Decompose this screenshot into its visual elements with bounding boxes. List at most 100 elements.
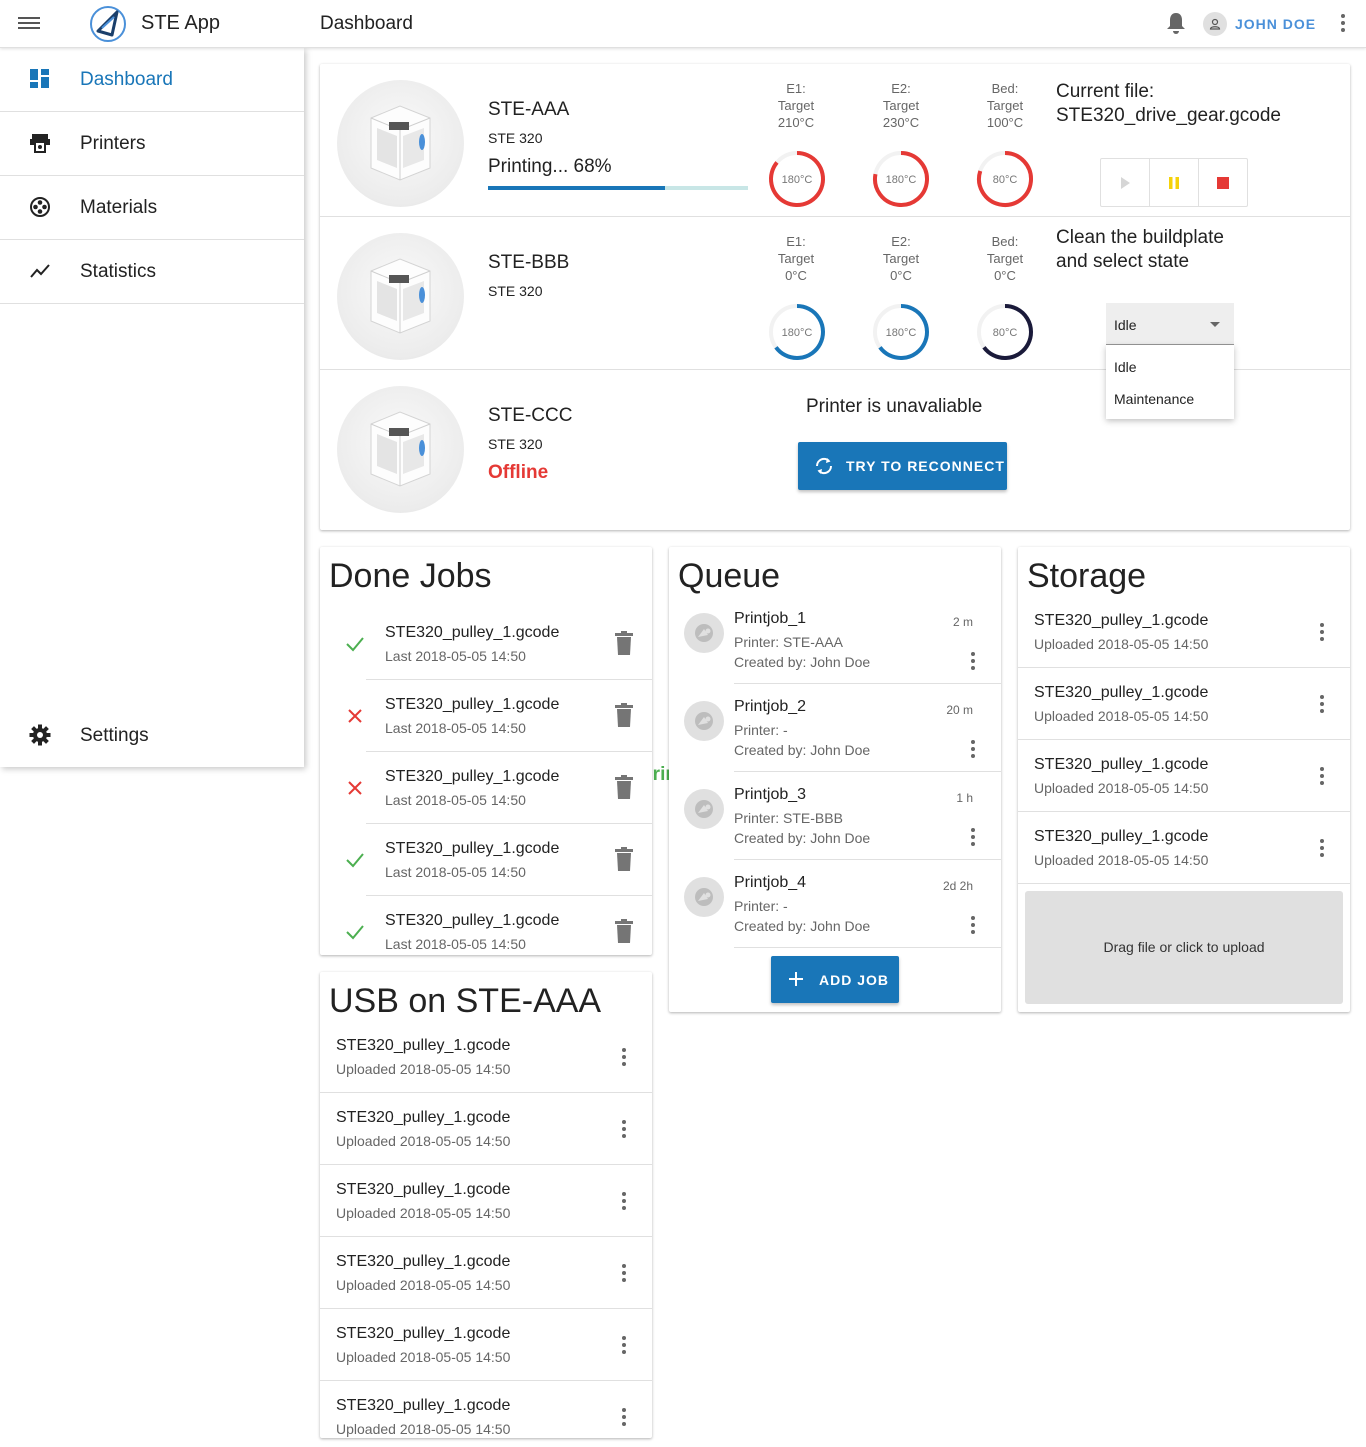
user-avatar-icon <box>1203 12 1227 36</box>
job-success-status <box>345 634 365 654</box>
more-options-icon[interactable] <box>618 1408 630 1428</box>
more-options-icon[interactable] <box>969 740 977 761</box>
job-eta: 2 m <box>952 615 973 629</box>
printer-image[interactable] <box>337 80 464 207</box>
stop-button[interactable] <box>1199 159 1247 206</box>
delete-job-button[interactable] <box>612 702 636 728</box>
printer-name: STE-AAA <box>488 99 570 120</box>
more-options-icon[interactable] <box>1316 695 1328 715</box>
file-timestamp: Uploaded 2018-05-05 14:50 <box>336 1061 511 1077</box>
file-upload-dropzone[interactable]: Drag file or click to upload <box>1025 891 1343 1004</box>
printer-image[interactable] <box>337 233 464 360</box>
sidebar-item-dashboard[interactable]: Dashboard <box>0 48 304 112</box>
reconnect-label: TRY TO RECONNECT <box>846 458 1005 474</box>
sidebar-item-label: Printers <box>80 133 146 154</box>
done-jobs-card: Done Jobs STE320_pulley_1.gcode Last 2018… <box>320 547 652 955</box>
reconnect-button[interactable]: TRY TO RECONNECT <box>798 442 1007 490</box>
file-row[interactable]: STE320_pulley_1.gcode Uploaded 2018-05-05… <box>1018 668 1350 740</box>
file-row[interactable]: STE320_pulley_1.gcode Uploaded 2018-05-05… <box>320 1381 652 1447</box>
job-name: Printjob_4 <box>734 874 807 891</box>
file-row[interactable]: STE320_pulley_1.gcode Uploaded 2018-05-05… <box>320 1165 652 1237</box>
job-timestamp: Last 2018-05-05 14:50 <box>385 720 526 736</box>
file-row[interactable]: STE320_pulley_1.gcode Uploaded 2018-05-05… <box>320 1093 652 1165</box>
delete-job-button[interactable] <box>612 774 636 800</box>
play-icon <box>1121 176 1130 189</box>
chart-line-icon <box>30 264 50 278</box>
more-options-icon[interactable] <box>1336 14 1350 36</box>
queue-job-row[interactable]: Printjob_2 Printer: - Created by: John Doe… <box>669 684 1001 772</box>
add-job-button[interactable]: ADD JOB <box>771 956 899 1003</box>
pause-button[interactable] <box>1150 159 1199 206</box>
more-options-icon[interactable] <box>969 916 977 937</box>
queue-job-row[interactable]: Printjob_1 Printer: STE-AAA Created by: Jo… <box>669 596 1001 684</box>
job-file-name: STE320_pulley_1.gcode <box>385 840 560 857</box>
job-success-status <box>345 850 365 870</box>
file-row[interactable]: STE320_pulley_1.gcode Uploaded 2018-05-05… <box>1018 596 1350 668</box>
queue-job-row[interactable]: Printjob_4 Printer: - Created by: John Doe… <box>669 860 1001 948</box>
job-printer: Printer: - <box>734 722 788 738</box>
check-icon <box>346 853 364 868</box>
printer-row: STE-BBB STE 320 Printing Done! E1:Target… <box>320 217 1350 785</box>
file-row[interactable]: STE320_pulley_1.gcode Uploaded 2018-05-05… <box>1018 740 1350 812</box>
job-eta: 2d 2h <box>942 879 973 893</box>
job-printer: Printer: - <box>734 898 788 914</box>
app-bar: STE App Dashboard JOHN DOE <box>0 0 1366 48</box>
sidebar-item-settings[interactable]: Settings <box>0 704 304 768</box>
more-options-icon[interactable] <box>1316 623 1328 643</box>
state-option-idle[interactable]: Idle <box>1106 351 1234 383</box>
trash-icon <box>615 847 633 871</box>
sidebar-item-statistics[interactable]: Statistics <box>0 240 304 304</box>
trash-icon <box>615 631 633 655</box>
more-options-icon[interactable] <box>1316 767 1328 787</box>
file-row[interactable]: STE320_pulley_1.gcode Uploaded 2018-05-05… <box>320 1021 652 1093</box>
delete-job-button[interactable] <box>612 918 636 944</box>
more-options-icon[interactable] <box>618 1264 630 1284</box>
printer-model: STE 320 <box>488 436 543 452</box>
file-timestamp: Uploaded 2018-05-05 14:50 <box>336 1349 511 1365</box>
svg-text:80°C: 80°C <box>993 174 1018 186</box>
file-timestamp: Uploaded 2018-05-05 14:50 <box>1034 708 1209 724</box>
check-icon <box>346 637 364 652</box>
queue-title: Queue <box>678 557 781 595</box>
more-options-icon[interactable] <box>618 1048 630 1068</box>
job-printer: Printer: STE-AAA <box>734 634 843 650</box>
trash-icon <box>615 703 633 727</box>
menu-icon[interactable] <box>18 14 40 34</box>
printer-image[interactable] <box>337 386 464 513</box>
more-options-icon[interactable] <box>618 1192 630 1212</box>
user-menu[interactable]: JOHN DOE <box>1203 12 1316 36</box>
printjob-avatar <box>684 789 724 829</box>
play-button[interactable] <box>1101 159 1150 206</box>
file-row[interactable]: STE320_pulley_1.gcode Uploaded 2018-05-05… <box>1018 812 1350 884</box>
state-select-value: Idle <box>1114 317 1137 333</box>
user-name: JOHN DOE <box>1235 16 1317 32</box>
file-name: STE320_pulley_1.gcode <box>336 1397 511 1414</box>
more-options-icon[interactable] <box>618 1120 630 1140</box>
job-success-status <box>345 922 365 942</box>
more-options-icon[interactable] <box>618 1336 630 1356</box>
printjob-avatar <box>684 613 724 653</box>
close-icon <box>348 709 362 723</box>
file-timestamp: Uploaded 2018-05-05 14:50 <box>336 1205 511 1221</box>
printer-status: Offline <box>488 462 549 483</box>
file-row[interactable]: STE320_pulley_1.gcode Uploaded 2018-05-05… <box>320 1309 652 1381</box>
queue-job-row[interactable]: Printjob_3 Printer: STE-BBB Created by: Jo… <box>669 772 1001 860</box>
app-logo <box>90 6 126 42</box>
job-timestamp: Last 2018-05-05 14:50 <box>385 648 526 664</box>
delete-job-button[interactable] <box>612 846 636 872</box>
state-option-maintenance[interactable]: Maintenance <box>1106 383 1234 415</box>
more-options-icon[interactable] <box>1316 839 1328 859</box>
notifications-bell-icon[interactable] <box>1165 11 1187 35</box>
usb-title: USB on STE-AAA <box>329 982 602 1020</box>
sidebar-item-printers[interactable]: Printers <box>0 112 304 176</box>
sidebar-item-materials[interactable]: Materials <box>0 176 304 240</box>
file-row[interactable]: STE320_pulley_1.gcode Uploaded 2018-05-05… <box>320 1237 652 1309</box>
delete-job-button[interactable] <box>612 630 636 656</box>
more-options-icon[interactable] <box>969 652 977 673</box>
printjob-icon <box>695 712 713 730</box>
file-timestamp: Uploaded 2018-05-05 14:50 <box>1034 636 1209 652</box>
job-created-by: Created by: John Doe <box>734 742 871 758</box>
state-select[interactable]: Idle <box>1106 303 1234 345</box>
more-options-icon[interactable] <box>969 828 977 849</box>
temp-label-bed: Bed: Target 0°C <box>986 234 1024 283</box>
